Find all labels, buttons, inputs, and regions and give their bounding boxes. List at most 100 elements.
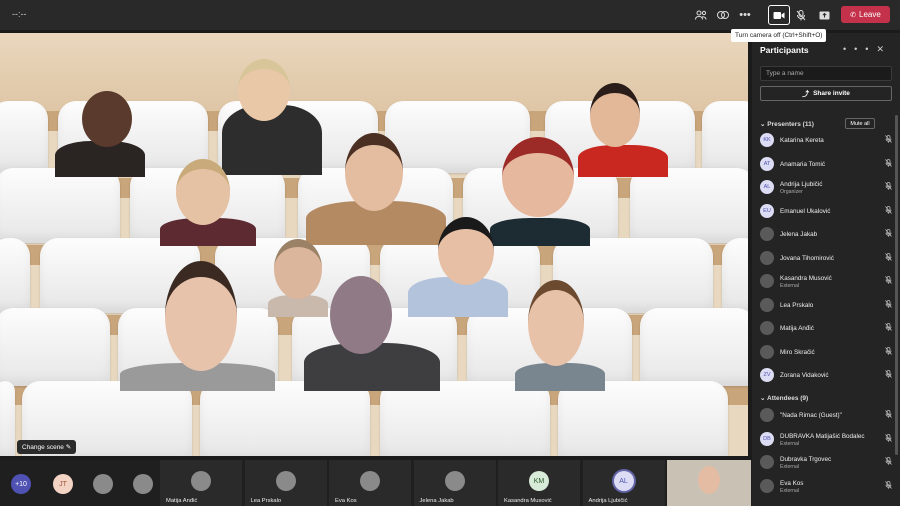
participant-name: Emanuel Ukalović (780, 207, 831, 215)
together-mode-stage (0, 33, 748, 456)
people-icon[interactable] (690, 5, 712, 25)
participant-tile[interactable]: Matija Anđić (160, 460, 242, 506)
tile-name: Eva Kos (335, 498, 357, 504)
seat (0, 238, 30, 313)
participant-row[interactable]: "Nada Rimac (Guest)" (760, 406, 892, 426)
avatar (133, 474, 153, 494)
participant-tile[interactable] (125, 460, 161, 506)
participant-name: Kasandra Musović (780, 275, 832, 282)
avatar: ZV (760, 368, 774, 382)
attendees-header-label: Attendees (9) (767, 395, 809, 402)
avatar: EU (760, 203, 774, 218)
participant-role: Organizer (780, 189, 803, 195)
mic-off-icon[interactable] (885, 323, 892, 333)
avatar (760, 344, 774, 359)
participant-tile[interactable] (85, 460, 121, 506)
participant-row[interactable]: AT Anamaria Tomić (760, 155, 892, 175)
mic-off-icon[interactable] (885, 158, 892, 169)
participant-row[interactable]: EU Emanuel Ukalović (760, 202, 892, 222)
overflow-count[interactable]: +10 (11, 474, 31, 494)
meeting-toolbar: --:-- ••• ✆ Leave (0, 0, 900, 30)
change-scene-label: Change scene (22, 444, 64, 451)
avatar (275, 471, 296, 491)
share-icon[interactable] (813, 5, 835, 25)
seat (0, 101, 48, 173)
participant-row[interactable]: Dubravka Trgovec External (760, 453, 892, 473)
avatar: KM (529, 471, 549, 491)
camera-icon[interactable] (768, 5, 790, 25)
presenters-header-label: Presenters (11) (767, 121, 814, 128)
participant-tile[interactable]: Jelena Jakab (413, 460, 496, 506)
participant-row[interactable]: ZV Zorana Vidaković (760, 366, 892, 386)
mic-off-icon[interactable] (885, 229, 892, 239)
participant-name: Jelena Jakab (780, 231, 818, 238)
participant-tile[interactable] (667, 460, 751, 506)
avatar (191, 471, 211, 491)
participant-role: External (780, 487, 800, 494)
seat (558, 381, 728, 456)
participant-name: Miro Skračić (780, 348, 815, 356)
avatar (93, 474, 113, 494)
avatar (760, 455, 774, 469)
more-icon[interactable]: ••• (843, 44, 876, 54)
mute-all-button[interactable]: Mute all (845, 118, 875, 129)
participant-row[interactable]: Kasandra Musović External (760, 272, 892, 292)
participant-tile[interactable]: Eva Kos (329, 460, 411, 506)
participant-row[interactable]: Miro Skračić (760, 343, 892, 363)
leave-button[interactable]: ✆ Leave (841, 6, 890, 23)
mic-off-icon[interactable] (885, 457, 892, 467)
participant-row[interactable]: Jelena Jakab (760, 225, 892, 245)
avatar (760, 408, 774, 422)
mic-off-icon[interactable] (885, 480, 892, 491)
mic-off-icon[interactable] (885, 299, 892, 310)
participant-tile[interactable]: JT (45, 460, 81, 506)
presenters-header[interactable]: ⌄ Presenters (11) (760, 120, 814, 128)
participant-name: Zorana Vidaković (780, 372, 829, 379)
phone-icon: ✆ (850, 11, 857, 19)
participant-row[interactable]: Matija Anđić (760, 319, 892, 339)
panel-actions: •••✕ (843, 44, 892, 55)
tile-name: Kasandra Musović (504, 498, 552, 504)
participant-name: Jovana Tihomirović (780, 254, 834, 262)
participant-name: Anamaria Tomić (780, 160, 826, 168)
mic-off-icon[interactable] (885, 135, 892, 145)
more-icon[interactable]: ••• (734, 5, 756, 25)
mic-off-icon[interactable] (885, 182, 892, 192)
participant-tile[interactable]: AL Andrija Ljubičić (582, 460, 665, 506)
scrollbar[interactable] (895, 115, 898, 455)
avatar (760, 274, 774, 288)
participant-tile[interactable]: Lea Prskalo (244, 460, 327, 506)
change-scene-button[interactable]: Change scene ✎ (17, 440, 77, 454)
seat (0, 308, 110, 386)
attendees-header[interactable]: ⌄ Attendees (9) (760, 394, 808, 402)
participant-role: External (780, 464, 800, 470)
mic-off-icon[interactable] (790, 5, 812, 25)
seat (0, 168, 120, 243)
close-icon[interactable]: ✕ (876, 44, 892, 54)
participant-row[interactable]: Eva Kos External (760, 477, 892, 497)
mic-off-icon[interactable] (885, 252, 892, 263)
mic-off-icon[interactable] (885, 370, 892, 380)
tile-name: Lea Prskalo (250, 498, 282, 504)
participant-row[interactable]: DB DUBRAVKA Matijašić Bodalec External (760, 430, 892, 450)
avatar (444, 471, 465, 491)
mic-off-icon[interactable] (885, 410, 892, 420)
participant-tile[interactable]: KM Kasandra Musović (498, 460, 580, 506)
participant-name: Katarina Kereta (780, 137, 824, 144)
participant-row[interactable]: Jovana Tihomirović (760, 249, 892, 269)
participant-row[interactable]: KK Katarina Kereta (760, 131, 892, 151)
tile-name: Andrija Ljubičić (588, 498, 628, 504)
participant-role: External (780, 283, 800, 289)
participant-row[interactable]: AL Andrija Ljubičić Organizer (760, 178, 892, 198)
pencil-icon: ✎ (65, 444, 72, 451)
seat (630, 168, 748, 243)
share-invite-button[interactable]: ⤴ Share invite (760, 86, 892, 101)
search-input[interactable]: Type a name (760, 66, 892, 81)
reactions-icon[interactable] (712, 5, 734, 25)
mic-off-icon[interactable] (885, 205, 892, 216)
participant-row[interactable]: Lea Prskalo (760, 296, 892, 316)
mic-off-icon[interactable] (885, 346, 892, 357)
avatar: AL (613, 471, 634, 491)
mic-off-icon[interactable] (885, 276, 892, 286)
mic-off-icon[interactable] (885, 433, 892, 444)
